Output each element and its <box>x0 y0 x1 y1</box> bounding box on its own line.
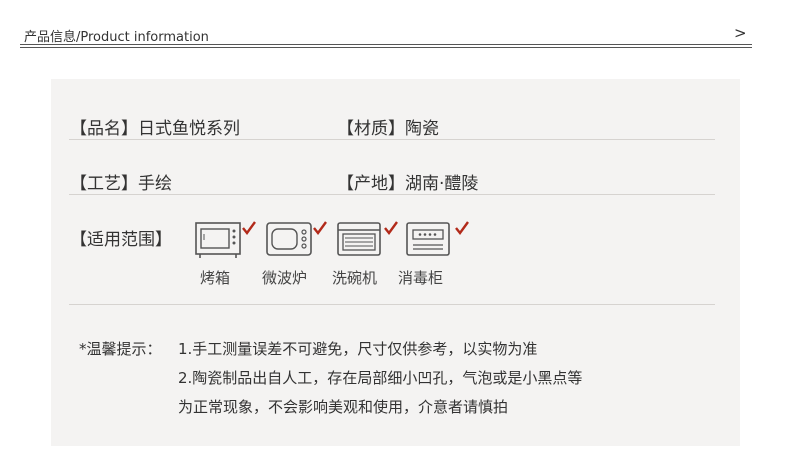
dishwasher-icon <box>336 220 400 260</box>
product-craft: 【工艺】手绘 <box>70 174 172 194</box>
header-divider-top <box>20 44 752 45</box>
notice-prefix: *温馨提示： <box>79 340 162 358</box>
section-divider <box>69 304 715 305</box>
appliance-label-oven: 烤箱 <box>200 269 231 287</box>
notice-line-2: 2.陶瓷制品出自人工，存在局部细小凹孔，气泡或是小黑点等 <box>178 369 583 387</box>
chevron-right-icon[interactable]: > <box>734 24 747 42</box>
row-divider <box>69 139 715 140</box>
sterilizer-cabinet-icon <box>405 220 469 260</box>
oven-icon <box>194 220 258 260</box>
appliance-label-sterilizer: 消毒柜 <box>398 269 444 287</box>
header-divider-bottom <box>20 47 752 48</box>
product-material: 【材质】陶瓷 <box>337 119 439 139</box>
usage-label: 【适用范围】 <box>70 230 172 250</box>
section-title: 产品信息/Product information <box>24 30 209 45</box>
notice-line-1: 1.手工测量误差不可避免，尺寸仅供参考，以实物为准 <box>178 340 538 358</box>
row-divider <box>69 194 715 195</box>
product-name: 【品名】日式鱼悦系列 <box>70 119 240 139</box>
microwave-icon <box>265 220 329 260</box>
product-origin: 【产地】湖南·醴陵 <box>337 174 479 194</box>
appliance-label-microwave: 微波炉 <box>262 269 308 287</box>
notice-line-3: 为正常现象，不会影响美观和使用，介意者请慎拍 <box>178 398 509 416</box>
appliance-label-dishwasher: 洗碗机 <box>332 269 378 287</box>
